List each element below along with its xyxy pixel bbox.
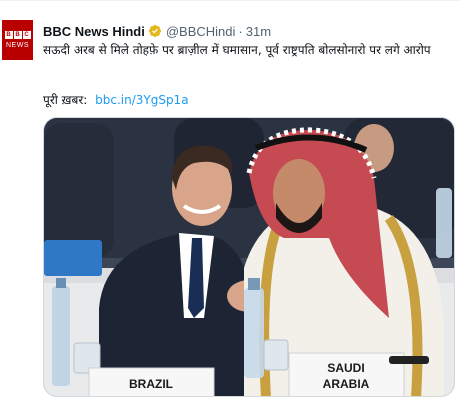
- author-handle[interactable]: @BBCHindi: [166, 24, 236, 39]
- tweet-header: BBC News Hindi @BBCHindi · 31m: [43, 22, 271, 40]
- bbc-logo-letter: B: [4, 30, 13, 39]
- tweet-text: सऊदी अरब से मिले तोहफ़े पर ब्राज़ील में …: [43, 43, 431, 57]
- read-more-label: पूरी ख़बर:: [43, 93, 88, 107]
- placard-saudi: SAUDI: [327, 361, 364, 375]
- author-name[interactable]: BBC News Hindi: [43, 24, 145, 39]
- bbc-logo-letter: C: [22, 30, 31, 39]
- verified-badge-icon[interactable]: [148, 24, 162, 38]
- article-link[interactable]: bbc.in/3YgSp1a: [95, 93, 188, 107]
- placard-arabia: ARABIA: [323, 377, 370, 391]
- photo-illustration: BRAZIL SAUDI ARABIA: [44, 118, 454, 396]
- separator-dot: ·: [238, 23, 243, 39]
- bbc-logo-boxes: B B C: [4, 30, 31, 39]
- placard-brazil: BRAZIL: [129, 377, 173, 391]
- bbc-logo-word: NEWS: [6, 41, 29, 49]
- read-more-line: पूरी ख़बर: bbc.in/3YgSp1a: [43, 92, 189, 108]
- tweet-photo[interactable]: BRAZIL SAUDI ARABIA: [43, 117, 455, 397]
- divider: [0, 0, 460, 1]
- tweet-timestamp[interactable]: 31m: [246, 24, 271, 39]
- bbc-logo-letter: B: [13, 30, 22, 39]
- tweet[interactable]: B B C NEWS BBC News Hindi @BBCHindi · 31…: [0, 0, 460, 400]
- avatar[interactable]: B B C NEWS: [2, 20, 33, 60]
